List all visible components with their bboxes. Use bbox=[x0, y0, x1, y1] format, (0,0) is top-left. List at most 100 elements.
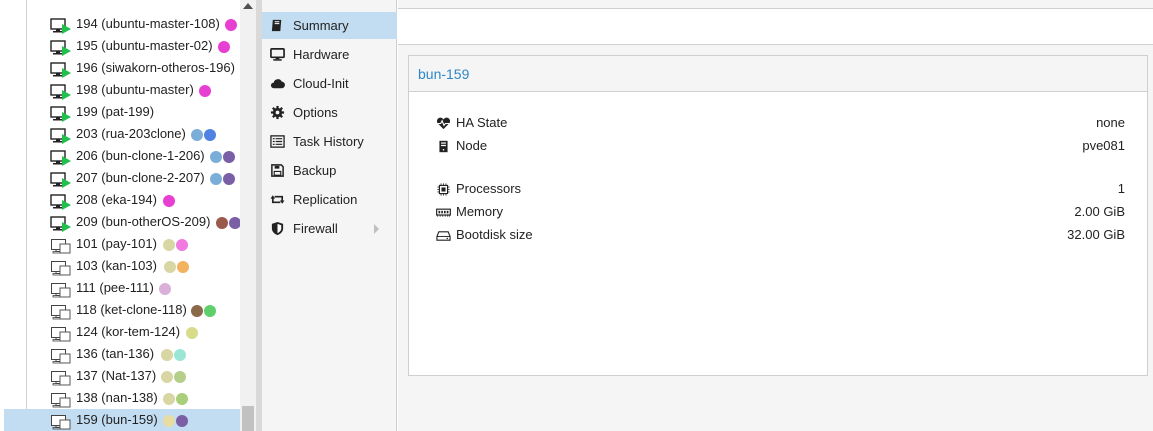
shield-icon bbox=[270, 221, 285, 236]
vm-running-icon bbox=[50, 84, 72, 100]
vm-template-icon bbox=[50, 348, 72, 364]
tree-item[interactable]: 209 (bun-otherOS-209) bbox=[4, 211, 241, 233]
tree-item-label: 111 (pee-111) bbox=[76, 280, 154, 295]
tag-group bbox=[210, 151, 235, 163]
tag-dot bbox=[164, 261, 176, 273]
tag-group bbox=[163, 415, 188, 427]
vm-template-icon bbox=[50, 238, 72, 254]
vm-running-icon bbox=[50, 150, 72, 166]
tag-dot bbox=[199, 85, 211, 97]
tree-item[interactable]: 194 (ubuntu-master-108) bbox=[4, 13, 240, 35]
tree-item-label: 195 (ubuntu-master-02) bbox=[76, 38, 213, 53]
tree-item[interactable]: 203 (rua-203clone) bbox=[4, 123, 240, 145]
nav-item-task-history[interactable]: Task History bbox=[262, 128, 397, 155]
tag-group bbox=[163, 195, 175, 207]
tag-group bbox=[161, 349, 186, 361]
vm-template-icon bbox=[50, 282, 72, 298]
tree-item-label: 198 (ubuntu-master) bbox=[76, 82, 194, 97]
tree-item-label: 118 (ket-clone-118) bbox=[76, 302, 187, 317]
tree-item[interactable]: 136 (tan-136) bbox=[4, 343, 240, 365]
tree-item-label: 159 (bun-159) bbox=[76, 412, 158, 427]
tree-item-label: 137 (Nat-137) bbox=[76, 368, 157, 383]
tag-dot bbox=[174, 349, 186, 361]
tag-dot bbox=[161, 349, 173, 361]
tree-item[interactable]: 206 (bun-clone-1-206) bbox=[4, 145, 240, 167]
tag-dot bbox=[177, 261, 189, 273]
tag-group bbox=[199, 85, 211, 97]
cpu-icon bbox=[436, 183, 451, 196]
tag-group bbox=[218, 41, 230, 53]
hdd-icon bbox=[436, 229, 451, 242]
tag-group bbox=[191, 305, 216, 317]
vm-running-icon bbox=[50, 194, 72, 210]
tree-item-label: 124 (kor-tem-124) bbox=[76, 324, 181, 339]
nav-item-replication[interactable]: Replication bbox=[262, 186, 397, 213]
vm-template-icon bbox=[50, 392, 72, 408]
nav-item-label: Task History bbox=[293, 134, 364, 149]
nav-item-label: Hardware bbox=[293, 47, 350, 62]
tree-item[interactable]: 207 (bun-clone-2-207) bbox=[4, 167, 240, 189]
summary-toolbar bbox=[398, 8, 1153, 45]
tree-item[interactable]: 111 (pee-111) bbox=[4, 277, 240, 299]
vm-running-icon bbox=[50, 40, 72, 56]
nav-item-summary[interactable]: Summary bbox=[262, 12, 397, 39]
tree-item[interactable]: 159 (bun-159) bbox=[4, 409, 240, 431]
tree-item-label: 209 (bun-otherOS-209) bbox=[76, 214, 211, 229]
tree-item[interactable]: 124 (kor-tem-124) bbox=[4, 321, 240, 343]
tree-item-label: 136 (tan-136) bbox=[76, 346, 155, 361]
status-row-ha-state: HA State none bbox=[409, 113, 1147, 133]
tree-item[interactable]: 199 (pat-199) bbox=[4, 101, 240, 123]
tree-item[interactable]: 208 (eka-194) bbox=[4, 189, 240, 211]
tree-item[interactable]: 118 (ket-clone-118) bbox=[4, 299, 240, 321]
tree-item[interactable]: 138 (nan-138) bbox=[4, 387, 240, 409]
vm-running-icon bbox=[50, 62, 72, 78]
tree-item[interactable]: 196 (siwakorn-otheros-196) bbox=[4, 57, 240, 79]
tree-item-label: 203 (rua-203clone) bbox=[76, 126, 186, 141]
tag-dot bbox=[161, 371, 173, 383]
scroll-up-arrow-icon[interactable] bbox=[243, 3, 253, 9]
tree-item-label: 208 (eka-194) bbox=[76, 192, 157, 207]
tag-dot bbox=[218, 41, 230, 53]
resource-tree: 194 (ubuntu-master-108) 195 (ubuntu-maste… bbox=[0, 0, 256, 431]
tag-group bbox=[225, 19, 237, 31]
nav-item-options[interactable]: Options bbox=[262, 99, 397, 126]
tree-item[interactable]: 103 (kan-103) bbox=[4, 255, 240, 277]
vm-running-icon bbox=[50, 106, 72, 122]
status-row-label: Node bbox=[456, 138, 488, 153]
nav-item-cloud-init[interactable]: Cloud-Init bbox=[262, 70, 397, 97]
status-row-processors: Processors 1 bbox=[409, 179, 1147, 199]
vm-template-icon bbox=[50, 326, 72, 342]
tag-dot bbox=[176, 239, 188, 251]
list-icon bbox=[270, 134, 285, 149]
vm-template-icon bbox=[50, 414, 72, 430]
tag-dot bbox=[204, 305, 216, 317]
tree-item-label: 138 (nan-138) bbox=[76, 390, 158, 405]
main-content: bun-159 HA State none Node pve081 Processors… bbox=[398, 0, 1153, 431]
tree-item[interactable]: 137 (Nat-137) bbox=[4, 365, 240, 387]
nav-item-label: Options bbox=[293, 105, 338, 120]
tree-item[interactable]: 198 (ubuntu-master) bbox=[4, 79, 240, 101]
submenu-arrow-icon[interactable] bbox=[374, 224, 379, 234]
tag-dot bbox=[191, 129, 203, 141]
tag-dot bbox=[174, 371, 186, 383]
tree-item[interactable]: 101 (pay-101) bbox=[4, 233, 240, 255]
desktop-icon bbox=[270, 47, 285, 62]
nav-item-backup[interactable]: Backup bbox=[262, 157, 397, 184]
status-row-label: Bootdisk size bbox=[456, 227, 533, 242]
tag-dot bbox=[186, 327, 198, 339]
scrollbar-thumb[interactable] bbox=[242, 406, 254, 431]
tag-group bbox=[163, 393, 188, 405]
cloud-icon bbox=[270, 76, 285, 91]
nav-item-firewall[interactable]: Firewall bbox=[262, 215, 397, 242]
vm-title: bun-159 bbox=[418, 66, 470, 82]
tree-item-label: 194 (ubuntu-master-108) bbox=[76, 16, 220, 31]
tree-scrollbar[interactable] bbox=[240, 0, 256, 431]
tag-dot bbox=[163, 239, 175, 251]
tag-dot bbox=[223, 173, 235, 185]
status-row-value: 32.00 GiB bbox=[1067, 227, 1125, 242]
tree-item[interactable]: 195 (ubuntu-master-02) bbox=[4, 35, 240, 57]
nav-item-hardware[interactable]: Hardware bbox=[262, 41, 397, 68]
tree-item-label: 207 (bun-clone-2-207) bbox=[76, 170, 205, 185]
nav-item-label: Backup bbox=[293, 163, 337, 178]
tree-item-label: 199 (pat-199) bbox=[76, 104, 155, 119]
